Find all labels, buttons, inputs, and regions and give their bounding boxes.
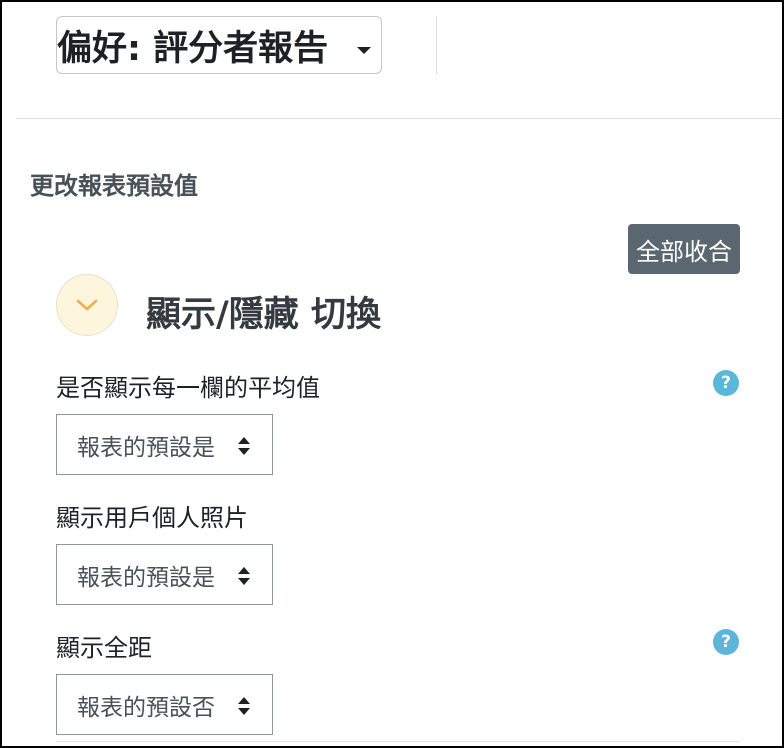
show-averages-select[interactable]: 報表的預設是: [56, 414, 273, 475]
section-toggle-button[interactable]: [56, 274, 118, 336]
section-bottom-divider: [56, 741, 740, 742]
select-arrows-icon: [238, 437, 250, 455]
app-window: 偏好: 評分者報告 更改報表預設值 全部收合 顯示/隱藏 切換 是否顯示每一欄的…: [0, 0, 784, 748]
select-value: 報表的預設是: [77, 564, 215, 591]
section-title: 顯示/隱藏 切換: [146, 295, 381, 335]
select-value: 報表的預設否: [77, 694, 215, 721]
select-arrows-icon: [238, 697, 250, 715]
field-label-show-user-picture: 顯示用戶個人照片: [56, 504, 248, 532]
show-user-picture-select[interactable]: 報表的預設是: [56, 544, 273, 605]
field-label-show-range: 顯示全距: [56, 634, 152, 662]
collapse-all-button[interactable]: 全部收合: [628, 224, 740, 274]
help-icon[interactable]: ?: [713, 370, 739, 396]
select-value: 報表的預設是: [77, 434, 215, 461]
caret-down-icon: [357, 47, 371, 54]
select-arrows-icon: [238, 567, 250, 585]
field-label-show-averages: 是否顯示每一欄的平均值: [56, 374, 320, 402]
preferences-select-label: 偏好: 評分者報告: [57, 28, 329, 69]
page-heading: 更改報表預設值: [30, 172, 198, 200]
show-range-select[interactable]: 報表的預設否: [56, 674, 273, 735]
chevron-down-icon: [76, 299, 98, 311]
help-icon[interactable]: ?: [713, 629, 739, 655]
preferences-select[interactable]: 偏好: 評分者報告: [56, 16, 382, 74]
header-divider: [436, 16, 437, 74]
header-bottom-divider: [16, 118, 782, 119]
